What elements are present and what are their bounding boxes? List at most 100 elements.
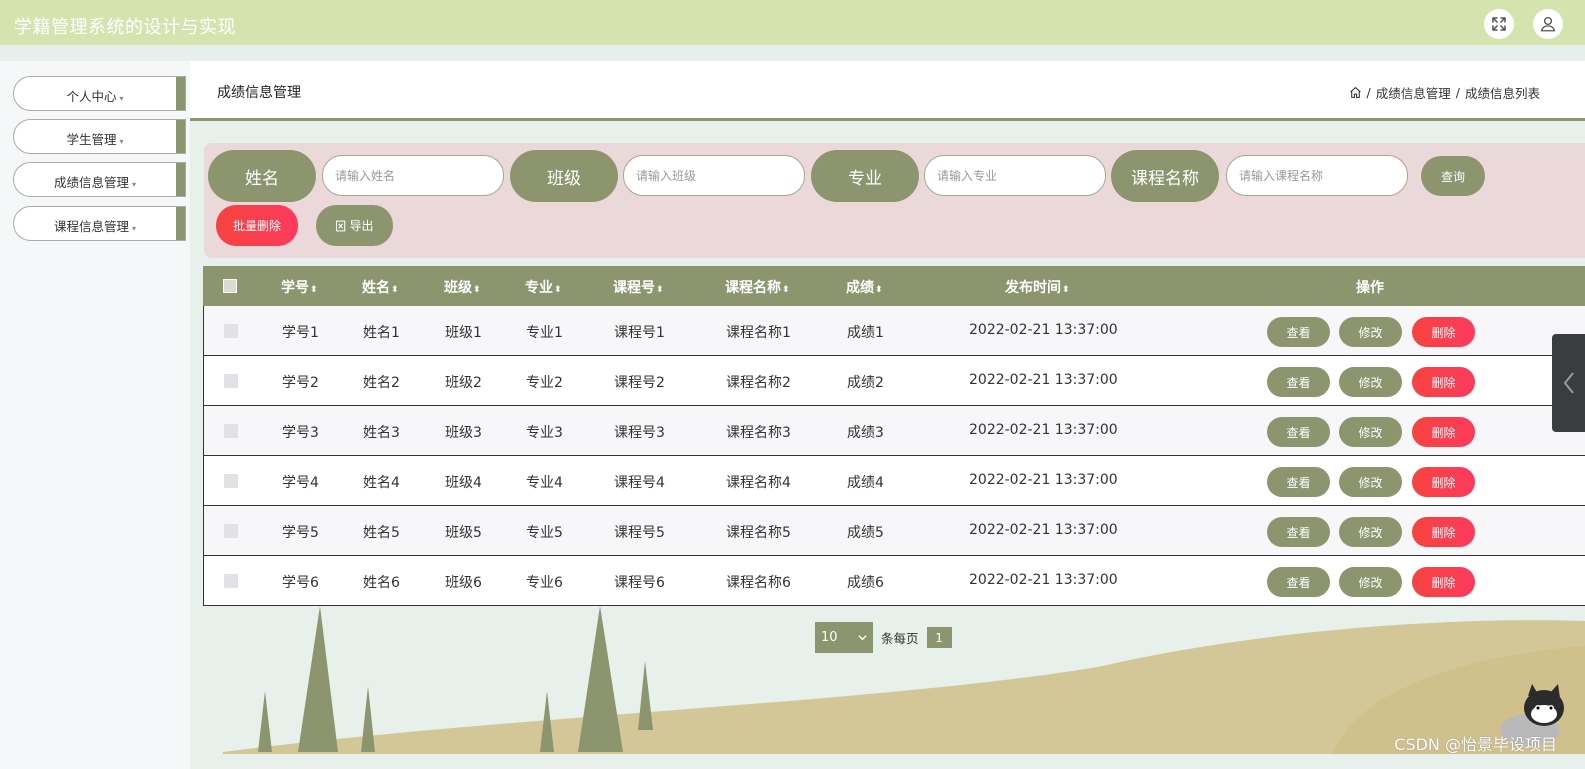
course-name-cell: 课程名称1	[726, 325, 791, 341]
course-name-cell: 课程名称2	[726, 375, 791, 391]
chevron-left-icon	[1563, 372, 1574, 394]
view-button[interactable]: 查看	[1267, 317, 1330, 347]
class-cell: 班级6	[445, 575, 482, 591]
expand-icon	[1492, 17, 1506, 31]
column-header-student-id[interactable]: 学号⬍	[281, 277, 318, 297]
table-header: 学号⬍ 姓名⬍ 班级⬍ 专业⬍ 课程号⬍ 课程名称⬍ 成绩⬍ 发布时间⬍ 操作	[203, 266, 1585, 306]
row-checkbox[interactable]	[224, 474, 238, 488]
student-id-cell: 学号6	[282, 575, 319, 591]
course-id-cell: 课程号6	[614, 575, 665, 591]
course-name-cell: 课程名称5	[726, 525, 791, 541]
batch-delete-button[interactable]: 批量删除	[216, 205, 298, 246]
user-button[interactable]	[1533, 9, 1563, 39]
sidebar-item-grade-management[interactable]: 成绩信息管理 ▾	[13, 162, 186, 197]
sidebar-item-student-management[interactable]: 学生管理 ▾	[13, 119, 186, 154]
column-header-publish-time[interactable]: 发布时间⬍	[1005, 277, 1070, 297]
row-checkbox[interactable]	[224, 374, 238, 388]
column-header-course-id[interactable]: 课程号⬍	[613, 277, 664, 297]
column-header-major[interactable]: 专业⬍	[525, 277, 562, 297]
column-header-name[interactable]: 姓名⬍	[362, 277, 399, 297]
column-header-score[interactable]: 成绩⬍	[846, 277, 883, 297]
view-button[interactable]: 查看	[1267, 517, 1330, 547]
table-row: 学号4 姓名4 班级4 专业4 课程号4 课程名称4 成绩4 2022-02-21 13:37…	[203, 456, 1585, 506]
column-header-actions: 操作	[1356, 280, 1384, 296]
table-body: 学号1 姓名1 班级1 专业1 课程号1 课程名称1 成绩1 2022-02-21 13:37…	[203, 306, 1585, 606]
major-cell: 专业6	[526, 575, 563, 591]
view-button[interactable]: 查看	[1267, 367, 1330, 397]
major-cell: 专业3	[526, 425, 563, 441]
major-cell: 专业1	[526, 325, 563, 341]
name-cell: 姓名2	[363, 375, 400, 391]
row-checkbox[interactable]	[224, 324, 238, 338]
name-search-input[interactable]	[322, 155, 504, 196]
name-cell: 姓名4	[363, 475, 400, 491]
edit-button[interactable]: 修改	[1339, 517, 1402, 547]
course-name-search-input[interactable]	[1226, 155, 1408, 196]
home-icon[interactable]	[1349, 86, 1362, 99]
score-cell: 成绩3	[847, 425, 884, 441]
course-id-cell: 课程号2	[614, 375, 665, 391]
select-all-checkbox[interactable]	[223, 279, 237, 293]
delete-button[interactable]: 删除	[1412, 367, 1475, 397]
export-icon	[336, 220, 346, 231]
view-button[interactable]: 查看	[1267, 467, 1330, 497]
view-button[interactable]: 查看	[1267, 417, 1330, 447]
view-button[interactable]: 查看	[1267, 567, 1330, 597]
edit-button[interactable]: 修改	[1339, 467, 1402, 497]
row-checkbox[interactable]	[224, 524, 238, 538]
table-row: 学号2 姓名2 班级2 专业2 课程号2 课程名称2 成绩2 2022-02-21 13:37…	[203, 356, 1585, 406]
breadcrumb-separator: /	[1366, 85, 1371, 100]
edit-button[interactable]: 修改	[1339, 417, 1402, 447]
course-id-cell: 课程号1	[614, 325, 665, 341]
page-size-select[interactable]: 10	[815, 622, 873, 653]
sidebar-item-label: 课程信息管理	[53, 219, 129, 234]
delete-button[interactable]: 删除	[1412, 517, 1475, 547]
row-checkbox[interactable]	[224, 574, 238, 588]
student-id-cell: 学号3	[282, 425, 319, 441]
class-search-input[interactable]	[623, 155, 805, 196]
sidebar-item-accent	[176, 77, 185, 110]
score-cell: 成绩5	[847, 525, 884, 541]
major-search-input[interactable]	[924, 155, 1106, 196]
pagination: 10 条每页 1	[815, 622, 952, 653]
sort-icon: ⬍	[656, 285, 664, 295]
edit-button[interactable]: 修改	[1339, 567, 1402, 597]
sort-icon: ⬍	[473, 285, 481, 295]
class-label: 班级	[510, 150, 618, 202]
delete-button[interactable]: 删除	[1412, 417, 1475, 447]
sidebar-item-personal-center[interactable]: 个人中心 ▾	[13, 76, 186, 111]
delete-button[interactable]: 删除	[1412, 467, 1475, 497]
major-cell: 专业5	[526, 525, 563, 541]
sidebar: 个人中心 ▾ 学生管理 ▾ 成绩信息管理 ▾ 课程信息管理 ▾	[0, 61, 190, 769]
caret-down-icon: ▾	[119, 137, 124, 146]
sidebar-item-accent	[176, 207, 185, 240]
fullscreen-button[interactable]	[1484, 9, 1514, 39]
name-cell: 姓名1	[363, 325, 400, 341]
class-cell: 班级2	[445, 375, 482, 391]
course-id-cell: 课程号3	[614, 425, 665, 441]
sort-icon: ⬍	[1062, 285, 1070, 295]
top-header: 学籍管理系统的设计与实现	[0, 0, 1585, 53]
breadcrumb-level1[interactable]: 成绩信息管理	[1376, 83, 1451, 102]
column-header-course-name[interactable]: 课程名称⬍	[725, 277, 790, 297]
sidebar-item-course-management[interactable]: 课程信息管理 ▾	[13, 206, 186, 241]
name-cell: 姓名6	[363, 575, 400, 591]
collapse-panel-tab[interactable]	[1552, 334, 1585, 432]
export-button[interactable]: 导出	[316, 205, 393, 246]
column-header-class[interactable]: 班级⬍	[444, 277, 481, 297]
breadcrumb-level2: 成绩信息列表	[1464, 86, 1540, 101]
row-checkbox[interactable]	[224, 424, 238, 438]
delete-button[interactable]: 删除	[1412, 567, 1475, 597]
edit-button[interactable]: 修改	[1339, 317, 1402, 347]
page-title: 成绩信息管理	[217, 85, 301, 101]
caret-down-icon: ▾	[132, 180, 137, 189]
edit-button[interactable]: 修改	[1339, 367, 1402, 397]
score-cell: 成绩1	[847, 325, 884, 341]
sidebar-item-label: 学生管理	[66, 132, 117, 147]
delete-button[interactable]: 删除	[1412, 317, 1475, 347]
app-title: 学籍管理系统的设计与实现	[14, 17, 236, 38]
page-number-current[interactable]: 1	[926, 627, 952, 648]
query-button[interactable]: 查询	[1421, 156, 1485, 196]
user-icon	[1540, 16, 1556, 32]
sort-icon: ⬍	[554, 285, 562, 295]
